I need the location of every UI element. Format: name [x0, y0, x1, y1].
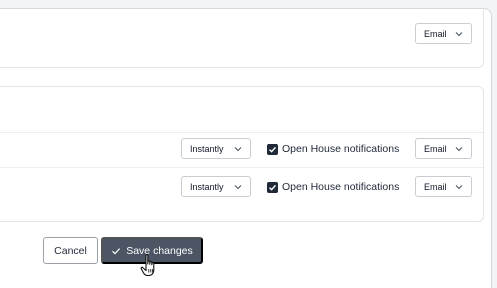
checkbox-label: Open House notifications — [282, 181, 400, 193]
frequency-select[interactable]: Instantly — [181, 176, 251, 197]
open-house-checkbox[interactable]: Open House notifications — [267, 143, 399, 155]
channel-select-value: Email — [424, 181, 447, 192]
chevron-down-icon — [454, 182, 464, 192]
row-divider — [0, 167, 483, 168]
cancel-button[interactable]: Cancel — [43, 237, 98, 264]
channel-select-top[interactable]: Email — [415, 23, 472, 44]
row-divider — [0, 132, 483, 133]
check-icon — [111, 246, 121, 256]
channel-select[interactable]: Email — [415, 176, 472, 197]
checkbox-checked-icon[interactable] — [267, 181, 278, 193]
frequency-select-value: Instantly — [190, 143, 224, 154]
checkbox-label: Open House notifications — [282, 143, 400, 155]
open-house-checkbox[interactable]: Open House notifications — [267, 181, 399, 193]
chevron-down-icon — [233, 144, 243, 154]
cancel-button-label: Cancel — [54, 244, 87, 257]
hand-pointer-icon — [140, 253, 162, 279]
channel-select-value: Email — [424, 28, 447, 39]
channel-select-value: Email — [424, 143, 447, 154]
frequency-select-value: Instantly — [190, 181, 224, 192]
checkbox-checked-icon[interactable] — [267, 143, 278, 155]
chevron-down-icon — [454, 29, 464, 39]
chevron-down-icon — [454, 144, 464, 154]
channel-select[interactable]: Email — [415, 138, 472, 159]
notification-section-main: Instantly Open House notifications Email… — [0, 86, 484, 222]
notification-section-top: Email — [0, 10, 484, 68]
frequency-select[interactable]: Instantly — [181, 138, 251, 159]
chevron-down-icon — [233, 182, 243, 192]
